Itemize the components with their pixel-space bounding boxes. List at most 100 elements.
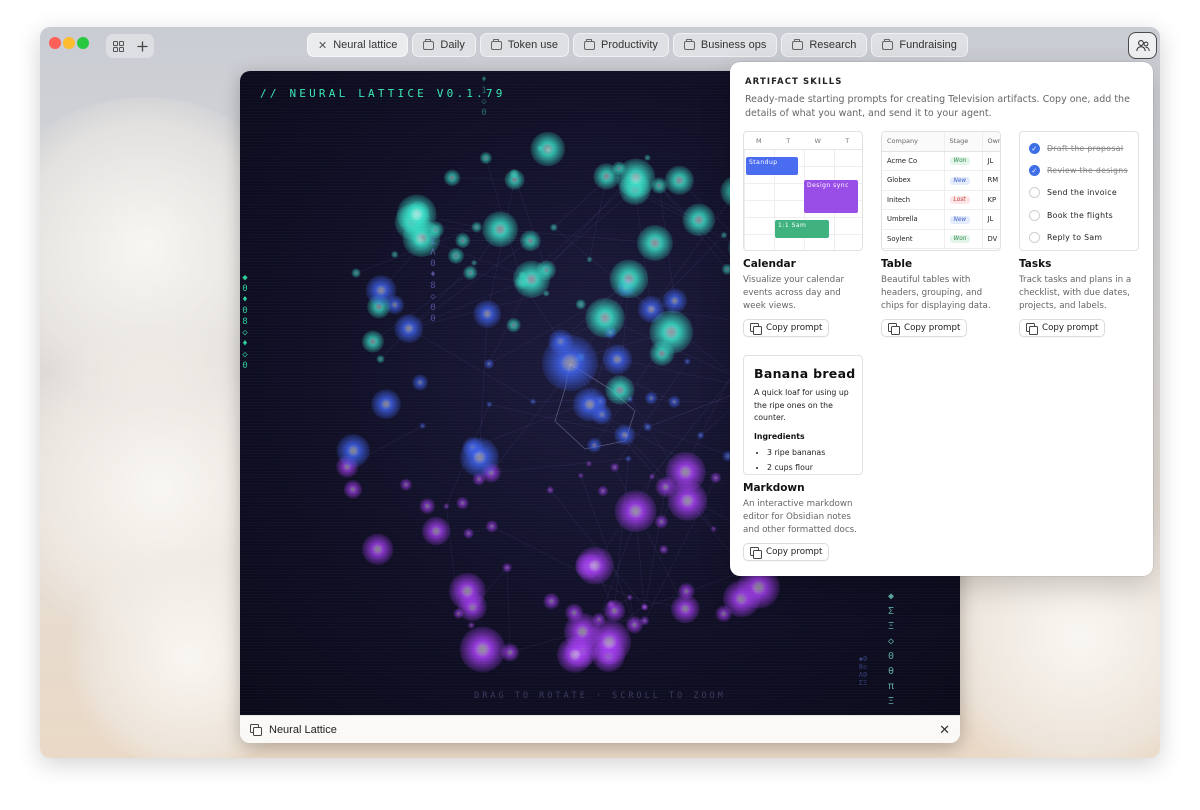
artifact-name: Neural Lattice xyxy=(269,723,337,736)
table-row: Soylent Won DV xyxy=(882,229,1000,249)
company-cell: Initech xyxy=(882,190,945,210)
doc-list-item: 2 cups flour xyxy=(767,460,858,475)
table-row: Globex New RM xyxy=(882,170,1000,191)
folder-icon xyxy=(792,38,804,50)
calendar-event-design-sync: Design sync xyxy=(804,180,858,213)
column-header: Own xyxy=(982,132,1000,152)
table-row: Acme Co Won JL xyxy=(882,151,1000,171)
markdown-document: Banana bread A quick loaf for using up t… xyxy=(754,366,858,475)
card-title: Markdown xyxy=(743,482,805,494)
stage-cell: Lost xyxy=(944,190,983,210)
unchecked-circle-icon xyxy=(1029,232,1040,243)
stage-cell: Won xyxy=(944,151,983,171)
skills-button[interactable] xyxy=(1128,32,1157,59)
close-window-button[interactable] xyxy=(49,37,61,49)
copy-prompt-button[interactable]: Copy prompt xyxy=(1019,319,1106,337)
day-label: W xyxy=(814,137,821,145)
copy-prompt-label: Copy prompt xyxy=(1042,323,1099,333)
folder-icon xyxy=(584,38,596,50)
stage-cell: Won xyxy=(944,229,983,249)
app-window: ✕ Neural lattice Daily Token use Product… xyxy=(40,27,1160,758)
close-artifact-button[interactable]: ✕ xyxy=(939,722,950,738)
copy-icon xyxy=(1026,323,1038,335)
copy-prompt-label: Copy prompt xyxy=(766,323,823,333)
folder-icon xyxy=(423,38,435,50)
code-rain-top: ♦1◇0 xyxy=(481,75,487,118)
task-label: Send the invoice xyxy=(1047,188,1117,197)
column-header: Company xyxy=(882,132,945,152)
grid-icon xyxy=(112,40,124,52)
doc-subheading: Ingredients xyxy=(754,431,805,441)
company-cell: Soylent xyxy=(882,229,945,249)
artifact-footer: Neural Lattice ✕ xyxy=(240,715,960,743)
sample-table: Company Stage Own Acme Co Won JL Globex New R… xyxy=(882,132,1000,249)
interaction-hint: DRAG TO ROTATE · SCROLL TO ZOOM xyxy=(474,691,726,701)
code-rain-right-small: ◆08◇Λ0ΣΞ xyxy=(858,655,868,687)
calendar-event-standup: Standup xyxy=(746,157,798,175)
day-label: T xyxy=(786,137,791,145)
doc-list: 3 ripe bananas 2 cups flour xyxy=(754,445,858,475)
folder-icon xyxy=(882,38,894,50)
markdown-preview: Banana bread A quick loaf for using up t… xyxy=(743,355,863,475)
tab-research[interactable]: Research xyxy=(781,33,868,57)
table-row: Initech Lost KP xyxy=(882,190,1000,210)
tab-token-use[interactable]: Token use xyxy=(479,33,570,57)
visualization-title: // NEURAL LATTICE V0.1.79 xyxy=(260,87,506,100)
copy-prompt-label: Copy prompt xyxy=(766,547,823,557)
day-label: M xyxy=(755,137,762,145)
calendar-day-header: M T W T xyxy=(744,132,862,150)
card-description: Visualize your calendar events across da… xyxy=(743,275,845,311)
copy-prompt-button[interactable]: Copy prompt xyxy=(743,319,830,337)
panel-description: Ready-made starting prompts for creating… xyxy=(745,94,1130,119)
tab-label: Research xyxy=(809,39,857,51)
tab-label: Token use xyxy=(507,39,559,51)
grid-button[interactable] xyxy=(108,36,128,56)
owner-cell: JL xyxy=(982,151,1000,171)
task-label: Review the designs xyxy=(1047,166,1128,175)
tab-neural-lattice[interactable]: ✕ Neural lattice xyxy=(307,33,409,57)
close-icon[interactable]: ✕ xyxy=(318,39,327,52)
code-rain-mid: ΣΛ0♦8◇00 xyxy=(430,237,436,324)
tab-label: Neural lattice xyxy=(333,39,398,51)
doc-list-item: 3 ripe bananas xyxy=(767,445,858,460)
panel-title: ARTIFACT SKILLS xyxy=(745,77,843,87)
task-item: Send the invoice xyxy=(1029,187,1117,198)
copy-icon xyxy=(750,323,762,335)
checkmark-icon: ✓ xyxy=(1029,143,1040,154)
owner-cell: KP xyxy=(982,190,1000,210)
tab-label: Fundraising xyxy=(899,39,957,51)
tab-business-ops[interactable]: Business ops xyxy=(672,33,778,57)
stage-chip: Won xyxy=(949,235,971,244)
card-title: Tasks xyxy=(1019,258,1052,270)
task-item: ✓ Review the designs xyxy=(1029,165,1128,176)
company-cell: Acme Co xyxy=(882,151,945,171)
calendar-preview: M T W T Standup Design sync 1:1 Sam xyxy=(743,131,863,251)
card-title: Table xyxy=(881,258,913,270)
tab-label: Business ops xyxy=(700,39,767,51)
stage-chip: New xyxy=(949,176,971,185)
folder-icon xyxy=(683,38,695,50)
task-item: Book the flights xyxy=(1029,210,1113,221)
zoom-window-button[interactable] xyxy=(77,37,89,49)
tab-fundraising[interactable]: Fundraising xyxy=(871,33,968,57)
copy-prompt-button[interactable]: Copy prompt xyxy=(743,543,830,561)
stage-chip: Won xyxy=(949,157,971,166)
task-item: ✓ Draft the proposal xyxy=(1029,143,1123,154)
owner-cell: JL xyxy=(982,209,1000,230)
tab-productivity[interactable]: Productivity xyxy=(573,33,669,57)
card-description: An interactive markdown editor for Obsid… xyxy=(743,499,857,535)
table-row: Umbrella New JL xyxy=(882,209,1000,230)
task-item: Reply to Sam xyxy=(1029,232,1102,243)
day-label: T xyxy=(845,137,850,145)
company-cell: Umbrella xyxy=(882,209,945,230)
doc-paragraph: A quick loaf for using up the ripe ones … xyxy=(754,388,849,422)
tab-label: Daily xyxy=(440,39,465,51)
table-preview: Company Stage Own Acme Co Won JL Globex New R… xyxy=(881,131,1001,251)
copy-prompt-button[interactable]: Copy prompt xyxy=(881,319,968,337)
owner-cell: DV xyxy=(982,229,1000,249)
tab-daily[interactable]: Daily xyxy=(412,33,476,57)
new-tab-button[interactable] xyxy=(132,36,152,56)
minimize-window-button[interactable] xyxy=(63,37,75,49)
doc-heading: Banana bread xyxy=(754,366,856,381)
artifact-skills-panel: ARTIFACT SKILLS Ready-made starting prom… xyxy=(730,62,1153,576)
